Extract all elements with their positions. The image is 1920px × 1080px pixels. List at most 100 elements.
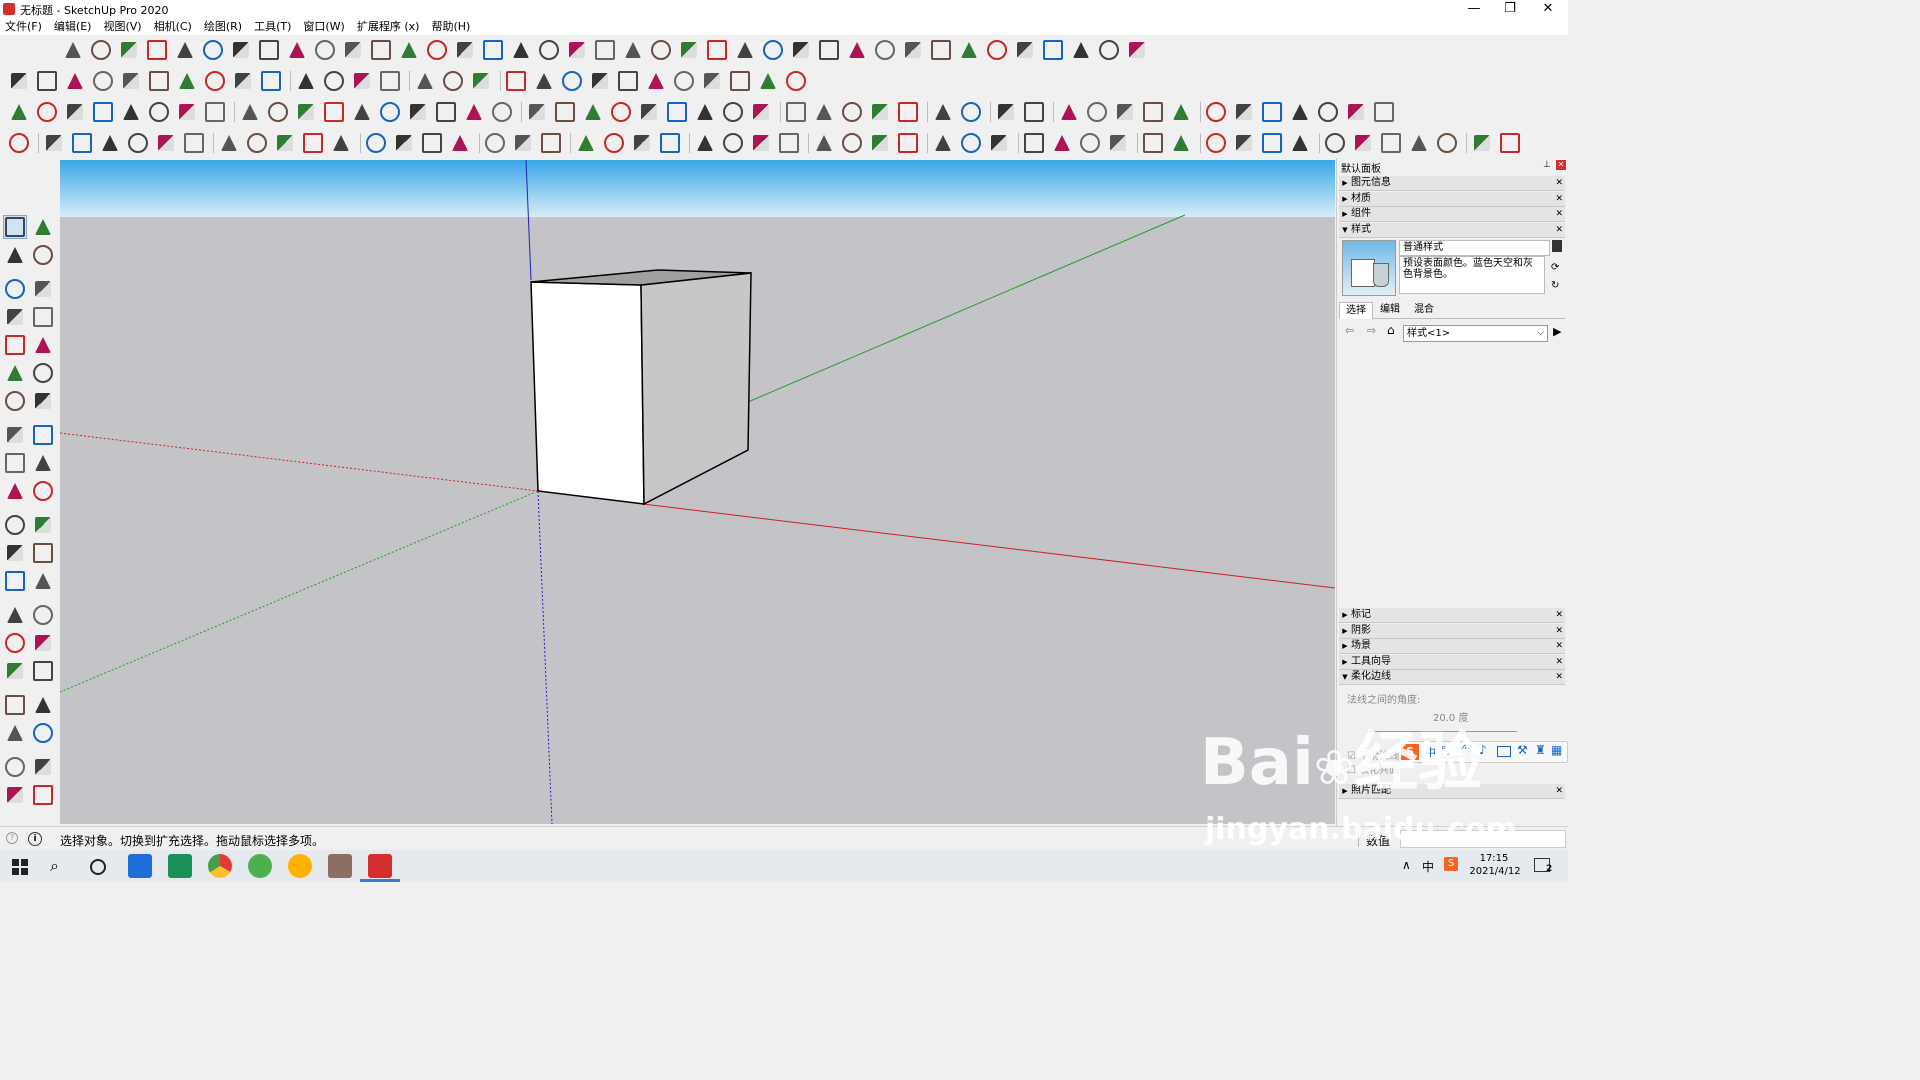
left-tool-34-button[interactable]: [32, 694, 54, 716]
row4-tool-23-button[interactable]: [659, 132, 681, 154]
style-collection-select[interactable]: 样式<1> ⌵: [1403, 325, 1548, 342]
row1-tool-36-button[interactable]: [1042, 39, 1064, 61]
section-close-icon[interactable]: ✕: [1555, 639, 1563, 653]
tray-ime-indicator[interactable]: 中: [1422, 858, 1434, 875]
row2-tool-13-button[interactable]: [351, 70, 373, 92]
row2-tool-28-button[interactable]: [785, 70, 807, 92]
row4-tool-22-button[interactable]: [631, 132, 653, 154]
row4-tool-8-button[interactable]: [218, 132, 240, 154]
keyboard-icon[interactable]: [1497, 746, 1511, 757]
row2-tool-27-button[interactable]: [757, 70, 779, 92]
row4-tool-6-button[interactable]: [155, 132, 177, 154]
row3-tool-45-button[interactable]: [1289, 101, 1311, 123]
row3-tool-11-button[interactable]: [295, 101, 317, 123]
row3-tool-30-button[interactable]: [841, 101, 863, 123]
row4-tool-29-button[interactable]: [841, 132, 863, 154]
row3-tool-20-button[interactable]: [554, 101, 576, 123]
row1-tool-32-button[interactable]: [930, 39, 952, 61]
row2-tool-23-button[interactable]: [645, 70, 667, 92]
row1-tool-14-button[interactable]: [426, 39, 448, 61]
back-arrow-icon[interactable]: ⇦: [1345, 324, 1354, 337]
section-shadows[interactable]: ▶ 阴影 ✕: [1339, 624, 1565, 639]
menu-draw[interactable]: 绘图(R): [198, 18, 248, 35]
row4-tool-34-button[interactable]: [988, 132, 1010, 154]
row4-tool-43-button[interactable]: [1261, 132, 1283, 154]
row4-tool-12-button[interactable]: [330, 132, 352, 154]
row4-tool-28-button[interactable]: [813, 132, 835, 154]
row4-tool-19-button[interactable]: [540, 132, 562, 154]
row2-tool-8-button[interactable]: [204, 70, 226, 92]
row4-tool-10-button[interactable]: [274, 132, 296, 154]
row2-tool-16-button[interactable]: [442, 70, 464, 92]
row4-tool-4-button[interactable]: [99, 132, 121, 154]
box-front-face[interactable]: [530, 281, 645, 505]
row2-tool-12-button[interactable]: [323, 70, 345, 92]
section-close-icon[interactable]: ✕: [1555, 223, 1563, 237]
row1-tool-39-button[interactable]: [1126, 39, 1148, 61]
left-tool-19-button[interactable]: [4, 480, 26, 502]
row1-tool-13-button[interactable]: [398, 39, 420, 61]
row2-tool-26-button[interactable]: [729, 70, 751, 92]
left-tool-11-button[interactable]: [4, 362, 26, 384]
row4-tool-36-button[interactable]: [1051, 132, 1073, 154]
row2-tool-21-button[interactable]: [589, 70, 611, 92]
row2-tool-1-button[interactable]: [8, 70, 30, 92]
left-tool-5-button[interactable]: [4, 278, 26, 300]
row3-tool-26-button[interactable]: [722, 101, 744, 123]
row3-tool-13-button[interactable]: [351, 101, 373, 123]
row4-tool-38-button[interactable]: [1107, 132, 1129, 154]
left-tool-18-button[interactable]: [32, 452, 54, 474]
left-tool-8-button[interactable]: [32, 306, 54, 328]
menu-camera[interactable]: 相机(C): [148, 18, 198, 35]
row1-tool-29-button[interactable]: [846, 39, 868, 61]
menu-help[interactable]: 帮助(H): [425, 18, 476, 35]
tray-pin-icon[interactable]: ⊥: [1543, 160, 1551, 170]
left-tool-14-button[interactable]: [32, 390, 54, 412]
row3-tool-42-button[interactable]: [1205, 101, 1227, 123]
row4-tool-25-button[interactable]: [722, 132, 744, 154]
row3-tool-32-button[interactable]: [897, 101, 919, 123]
instructor-info-icon[interactable]: i: [28, 832, 42, 846]
row3-tool-43-button[interactable]: [1233, 101, 1255, 123]
row1-tool-25-button[interactable]: [734, 39, 756, 61]
viewport-canvas[interactable]: [60, 160, 1335, 824]
row4-tool-49-button[interactable]: [1436, 132, 1458, 154]
row1-tool-37-button[interactable]: [1070, 39, 1092, 61]
row4-tool-24-button[interactable]: [694, 132, 716, 154]
row3-tool-16-button[interactable]: [435, 101, 457, 123]
row2-tool-4-button[interactable]: [92, 70, 114, 92]
row2-tool-5-button[interactable]: [120, 70, 142, 92]
app-icon[interactable]: [168, 854, 192, 878]
row1-tool-9-button[interactable]: [286, 39, 308, 61]
row1-tool-20-button[interactable]: [594, 39, 616, 61]
left-tool-4-button[interactable]: [32, 244, 54, 266]
search-icon[interactable]: ⌕: [50, 856, 59, 876]
left-tool-31-button[interactable]: [4, 660, 26, 682]
row3-tool-6-button[interactable]: [148, 101, 170, 123]
row1-tool-17-button[interactable]: [510, 39, 532, 61]
left-tool-3-button[interactable]: [4, 244, 26, 266]
row2-tool-14-button[interactable]: [379, 70, 401, 92]
section-close-icon[interactable]: ✕: [1555, 670, 1563, 684]
row4-tool-26-button[interactable]: [750, 132, 772, 154]
row3-tool-37-button[interactable]: [1058, 101, 1080, 123]
pc-manager-icon[interactable]: [128, 854, 152, 878]
style-name-field[interactable]: 普通样式: [1399, 240, 1550, 256]
left-tool-23-button[interactable]: [4, 542, 26, 564]
section-close-icon[interactable]: ✕: [1555, 192, 1563, 206]
left-tool-35-button[interactable]: [4, 722, 26, 744]
row3-tool-22-button[interactable]: [610, 101, 632, 123]
row3-tool-38-button[interactable]: [1086, 101, 1108, 123]
row4-tool-48-button[interactable]: [1408, 132, 1430, 154]
skin-icon[interactable]: ♜: [1535, 743, 1546, 757]
model-viewport[interactable]: [60, 160, 1335, 824]
row3-tool-14-button[interactable]: [379, 101, 401, 123]
row4-tool-2-button[interactable]: [43, 132, 65, 154]
menu-extensions[interactable]: 扩展程序 (x): [351, 18, 426, 35]
row3-tool-9-button[interactable]: [239, 101, 261, 123]
row1-tool-3-button[interactable]: [118, 39, 140, 61]
left-tool-25-button[interactable]: [4, 570, 26, 592]
menu-tools[interactable]: 工具(T): [248, 18, 297, 35]
row4-tool-30-button[interactable]: [869, 132, 891, 154]
row4-tool-9-button[interactable]: [246, 132, 268, 154]
